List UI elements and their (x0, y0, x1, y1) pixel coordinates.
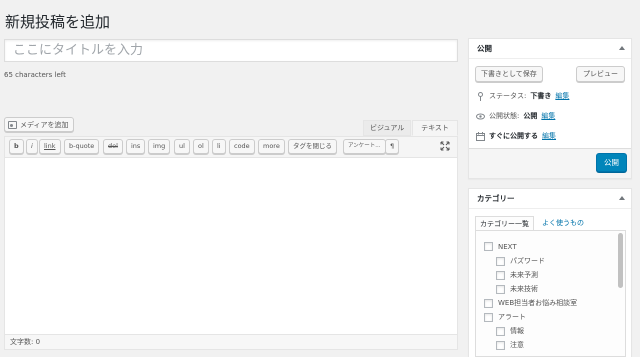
tab-visual[interactable]: ビジュアル (363, 120, 412, 136)
eye-icon (476, 113, 485, 119)
list-item[interactable]: WEB担当者お悩み相談室 (484, 298, 577, 308)
calendar-icon (476, 131, 485, 141)
add-media-button[interactable]: メディアを追加 (4, 117, 74, 132)
tab-text[interactable]: テキスト (412, 120, 458, 136)
fullscreen-icon[interactable] (440, 141, 450, 151)
save-draft-button[interactable]: 下書きとして保存 (475, 66, 543, 82)
schedule-label: すぐに公開する (489, 132, 538, 140)
list-item[interactable]: アラート (484, 312, 526, 322)
category-checklist: NEXT パズワード 未来予測 未来技術 WEB担当者お悩み相談室 アラート 情… (475, 230, 626, 357)
qt-bold-button[interactable]: b (9, 139, 24, 154)
list-item[interactable]: 注意 (496, 340, 524, 350)
post-title-input[interactable] (4, 39, 458, 62)
qt-more-button[interactable]: more (258, 139, 285, 154)
post-status-row: ステータス: 下書き 編集 (476, 91, 569, 101)
list-item[interactable]: 未来予測 (496, 270, 538, 280)
category-checkbox[interactable] (484, 242, 493, 251)
category-scrollbar[interactable] (618, 233, 623, 288)
publish-box-heading[interactable]: 公開 (469, 39, 631, 59)
collapse-arrow-icon[interactable] (619, 46, 625, 50)
qt-link-button[interactable]: link (39, 139, 61, 154)
qt-del-button[interactable]: del (103, 139, 123, 154)
qt-ins-button[interactable]: ins (126, 139, 146, 154)
add-media-label: メディアを追加 (20, 121, 69, 129)
media-icon (8, 121, 17, 129)
qt-poll-button[interactable]: アンケート... (343, 139, 386, 154)
chars-left-counter: 65 characters left (4, 71, 66, 79)
preview-button[interactable]: プレビュー (576, 66, 625, 82)
category-checkbox[interactable] (496, 340, 505, 350)
category-checkbox[interactable] (496, 326, 505, 336)
qt-blockquote-button[interactable]: b-quote (64, 139, 100, 154)
list-item[interactable]: NEXT (484, 242, 517, 251)
qt-paragraph-button[interactable]: ¶ (385, 139, 400, 154)
qt-italic-button[interactable]: i (26, 139, 38, 154)
category-checkbox[interactable] (484, 312, 493, 322)
collapse-arrow-icon[interactable] (619, 196, 625, 200)
qt-code-button[interactable]: code (229, 139, 255, 154)
editor-content-area[interactable] (4, 136, 458, 350)
schedule-row: すぐに公開する 編集 (476, 131, 556, 141)
visibility-row: 公開状態: 公開 編集 (476, 111, 555, 121)
tab-all-categories[interactable]: カテゴリー一覧 (475, 216, 534, 231)
category-checkbox[interactable] (484, 298, 493, 308)
list-item[interactable]: パズワード (496, 256, 545, 266)
qt-close-tags-button[interactable]: タグを閉じる (288, 139, 337, 154)
publish-button[interactable]: 公開 (596, 153, 627, 172)
qt-ol-button[interactable]: ol (193, 139, 209, 154)
qt-li-button[interactable]: li (212, 139, 226, 154)
word-count-status: 文字数: 0 (4, 334, 458, 350)
edit-visibility-link[interactable]: 編集 (541, 111, 555, 121)
tab-popular-categories[interactable]: よく使うもの (538, 216, 588, 231)
pin-icon (478, 91, 483, 101)
categories-box-heading[interactable]: カテゴリー (469, 189, 631, 209)
page-title: 新規投稿を追加 (5, 13, 111, 31)
post-status-value: 下書き (530, 92, 552, 100)
category-checkbox[interactable] (496, 270, 505, 280)
qt-ul-button[interactable]: ul (174, 139, 190, 154)
visibility-value: 公開 (523, 112, 538, 120)
edit-status-link[interactable]: 編集 (555, 91, 569, 101)
category-checkbox[interactable] (496, 284, 505, 294)
list-item[interactable]: 未来技術 (496, 284, 538, 294)
qt-img-button[interactable]: img (148, 139, 171, 154)
list-item[interactable]: 情報 (496, 326, 524, 336)
category-checkbox[interactable] (496, 256, 505, 266)
edit-schedule-link[interactable]: 編集 (542, 131, 556, 141)
